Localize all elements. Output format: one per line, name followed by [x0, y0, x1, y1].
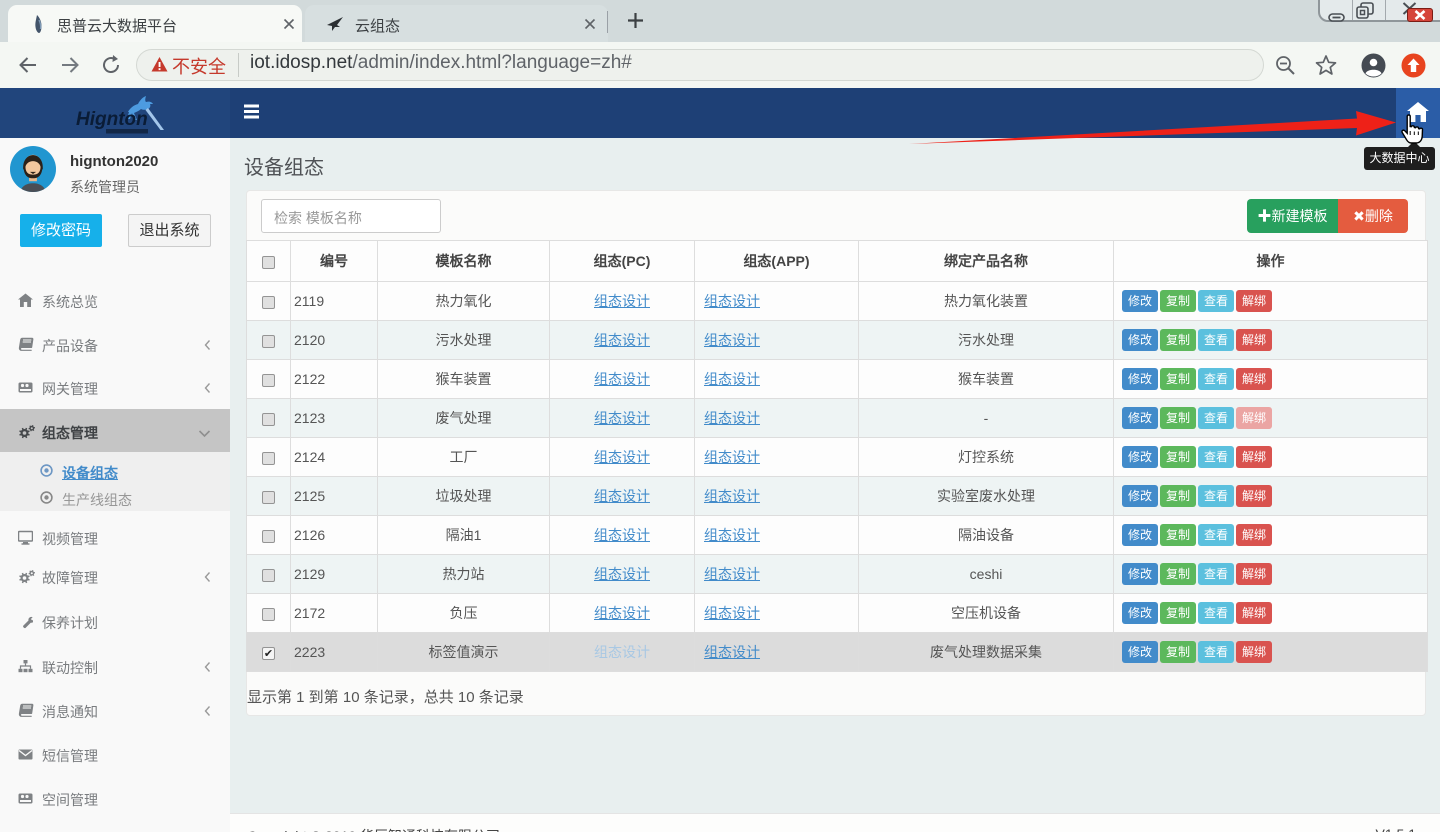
svg-text:Hignton: Hignton [76, 109, 148, 130]
